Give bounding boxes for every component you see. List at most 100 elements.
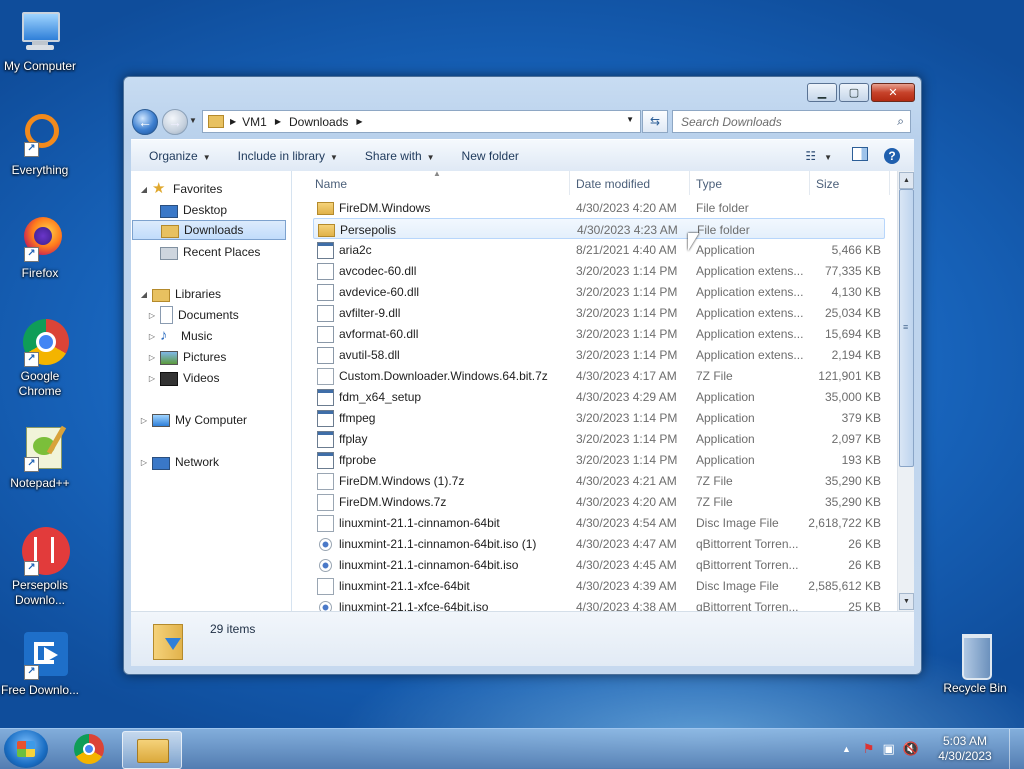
breadcrumb-arrow-icon[interactable]: ▶ [356,117,362,126]
search-input[interactable]: Search Downloads [681,115,897,129]
breadcrumb-arrow-icon[interactable]: ▶ [275,117,281,126]
column-header-date-modified[interactable]: Date modified [576,177,650,191]
file-row[interactable]: avdevice-60.dll 3/20/2023 1:14 PM Applicat… [313,281,885,302]
expand-arrow-icon[interactable]: ▷ [147,332,157,341]
start-button[interactable] [4,730,48,768]
file-row[interactable]: aria2c 8/21/2021 4:40 AM Application 5,466 … [313,239,885,260]
expand-arrow-icon[interactable]: ▷ [139,416,149,425]
nav-libraries[interactable]: ◢ Libraries [139,284,221,304]
new-folder-button[interactable]: New folder [452,149,528,163]
taskbar-explorer[interactable] [122,731,182,769]
file-row[interactable]: linuxmint-21.1-xfce-64bit 4/30/2023 4:39 … [313,575,885,596]
file-row[interactable]: avcodec-60.dll 3/20/2023 1:14 PM Applicati… [313,260,885,281]
file-size: 25,034 KB [824,306,881,320]
breadcrumb-arrow-icon[interactable]: ▶ [230,117,236,126]
file-row[interactable]: linuxmint-21.1-cinnamon-64bit.iso 4/30/20… [313,554,885,575]
action-center-flag-icon[interactable]: ⚑ [863,741,875,757]
collapse-arrow-icon[interactable]: ◢ [139,290,149,299]
desktop-icon-everything[interactable]: ↗ Everything [0,112,80,178]
back-button[interactable]: ← [132,109,158,135]
desktop-icon-google-chrome[interactable]: ↗ Google Chrome [0,318,80,399]
expand-arrow-icon[interactable]: ▷ [147,311,157,320]
share-with-button[interactable]: Share with ▼ [355,149,444,163]
archive-file-icon [317,368,334,385]
file-row[interactable]: linuxmint-21.1-cinnamon-64bit 4/30/2023 4… [313,512,885,533]
nav-downloads[interactable]: Downloads [132,220,286,240]
scrollbar-thumb[interactable]: ≡ [899,189,914,467]
show-desktop-button[interactable] [1009,729,1024,769]
file-row[interactable]: Persepolis 4/30/2023 4:23 AM File folder [313,218,885,239]
nav-recent-places[interactable]: Recent Places [157,242,260,262]
file-row[interactable]: FireDM.Windows 4/30/2023 4:20 AM File fold… [313,197,885,218]
nav-music[interactable]: ▷ ♪ Music [147,326,212,346]
file-row[interactable]: avformat-60.dll 3/20/2023 1:14 PM Applicat… [313,323,885,344]
desktop-icon-recycle-bin[interactable]: Recycle Bin [935,630,1015,696]
search-box[interactable]: Search Downloads ⌕ [672,110,911,133]
nav-videos[interactable]: ▷ Videos [147,368,219,388]
file-row[interactable]: FireDM.Windows.7z 4/30/2023 4:20 AM 7Z Fil… [313,491,885,512]
file-name: Custom.Downloader.Windows.64.bit.7z [339,369,548,383]
file-row[interactable]: ffplay 3/20/2023 1:14 PM Application 2,097 … [313,428,885,449]
nav-desktop[interactable]: Desktop [157,200,227,220]
show-hidden-icons-arrow-icon[interactable]: ▲ [842,744,851,754]
maximize-button[interactable]: ▢ [839,83,869,102]
recent-pages-dropdown-icon[interactable]: ▼ [189,116,197,125]
nav-my-computer[interactable]: ▷ My Computer [139,410,247,430]
file-row[interactable]: fdm_x64_setup 4/30/2023 4:29 AM Applicatio… [313,386,885,407]
column-header-type[interactable]: Type [696,177,722,191]
collapse-arrow-icon[interactable]: ◢ [139,185,149,194]
desktop-icon-notepad-plus-plus[interactable]: ↗ Notepad++ [0,425,80,491]
close-button[interactable]: ✕ [871,83,915,102]
file-row[interactable]: Custom.Downloader.Windows.64.bit.7z 4/30/… [313,365,885,386]
network-tray-icon[interactable]: ▣ [883,741,895,757]
nav-label: My Computer [175,413,248,427]
file-type: Disc Image File [696,516,779,530]
breadcrumb-segment-vm1[interactable]: VM1 [242,115,267,129]
desktop-icon-persepolis[interactable]: ↗ Persepolis Downlo... [0,527,80,608]
volume-muted-icon[interactable]: 🔇 [903,741,919,757]
scroll-up-button[interactable]: ▲ [899,172,914,189]
column-header-size[interactable]: Size [816,177,839,191]
file-row[interactable]: linuxmint-21.1-xfce-64bit.iso 4/30/2023 4… [313,596,885,611]
view-options-button[interactable]: ▼ [822,149,842,163]
file-row[interactable]: FireDM.Windows (1).7z 4/30/2023 4:21 AM 7Z… [313,470,885,491]
file-row[interactable]: ffprobe 3/20/2023 1:14 PM Application 193 K… [313,449,885,470]
nav-documents[interactable]: ▷ Documents [147,305,239,325]
taskbar-chrome[interactable] [62,731,116,767]
nav-favorites[interactable]: ◢ ★ Favorites [139,179,222,199]
folder-icon [318,224,335,237]
scroll-down-button[interactable]: ▼ [899,593,914,610]
desktop-icon-firefox[interactable]: ↗ Firefox [0,215,80,281]
address-bar[interactable]: ▶ VM1 ▶ Downloads ▶ ▼ [202,110,641,133]
minimize-button[interactable]: ▁ [807,83,837,102]
organize-button[interactable]: Organize ▼ [139,149,220,163]
include-in-library-button[interactable]: Include in library ▼ [228,149,347,163]
desktop-icon-my-computer[interactable]: My Computer [0,8,80,74]
file-type: File folder [697,223,750,237]
nav-network[interactable]: ▷ Network [139,452,219,472]
vertical-scrollbar[interactable]: ▲ ≡ ▼ [897,171,914,611]
file-row[interactable]: ffmpeg 3/20/2023 1:14 PM Application 379 KB [313,407,885,428]
file-name: ffprobe [339,453,377,467]
breadcrumb-segment-downloads[interactable]: Downloads [289,115,348,129]
nav-pictures[interactable]: ▷ Pictures [147,347,226,367]
preview-pane-button[interactable] [842,147,878,164]
change-view-button[interactable]: ☷ [799,149,822,163]
file-row[interactable]: linuxmint-21.1-cinnamon-64bit.iso (1) 4/3… [313,533,885,554]
dll-file-icon [317,326,334,343]
search-icon[interactable]: ⌕ [897,114,904,129]
details-pane: 29 items [131,612,914,666]
desktop-icon-free-download-manager[interactable]: ↗ Free Downlo... [0,632,80,698]
clock[interactable]: 5:03 AM 4/30/2023 [931,734,999,764]
torrent-file-icon [319,601,332,611]
forward-button[interactable]: → [162,109,188,135]
address-dropdown-icon[interactable]: ▼ [626,115,634,124]
expand-arrow-icon[interactable]: ▷ [139,458,149,467]
file-row[interactable]: avfilter-9.dll 3/20/2023 1:14 PM Applicati… [313,302,885,323]
expand-arrow-icon[interactable]: ▷ [147,353,157,362]
help-button[interactable]: ? [878,147,914,164]
refresh-button[interactable]: ⇆ [642,110,668,133]
file-row[interactable]: avutil-58.dll 3/20/2023 1:14 PM Applicatio… [313,344,885,365]
column-header-name[interactable]: Name [315,177,347,191]
expand-arrow-icon[interactable]: ▷ [147,374,157,383]
